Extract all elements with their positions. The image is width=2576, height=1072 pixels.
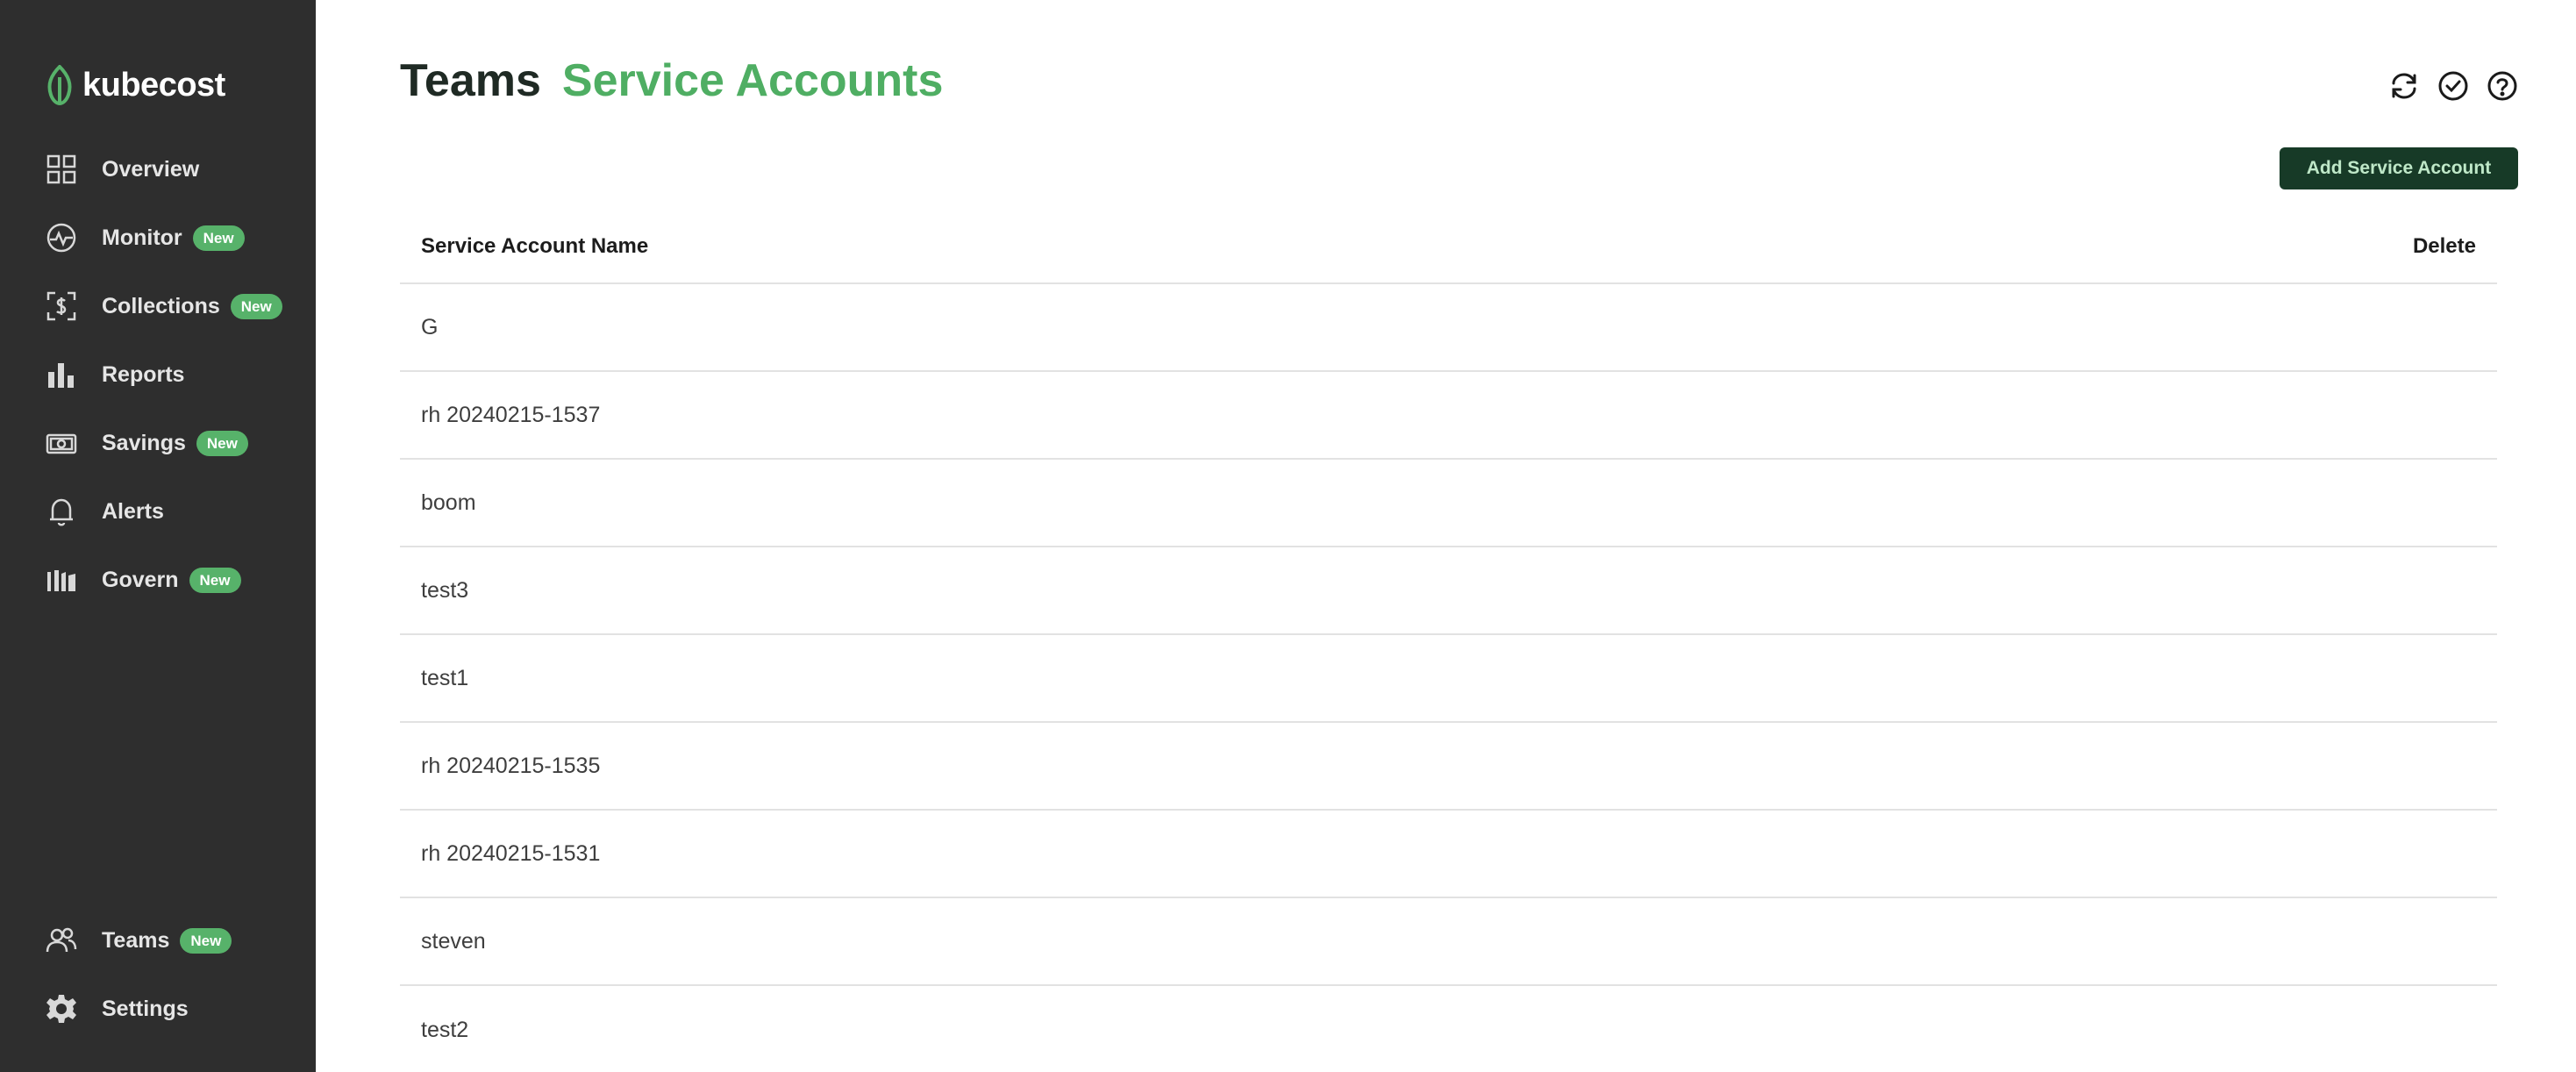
sidebar-item-label: Govern: [102, 567, 179, 592]
bar-chart-icon: [42, 355, 81, 394]
service-account-name: boom: [421, 490, 476, 515]
refresh-icon[interactable]: [2388, 70, 2420, 102]
cash-icon: [42, 424, 81, 462]
service-account-name: steven: [421, 928, 486, 954]
sidebar-item-teams[interactable]: Teams New: [42, 916, 232, 965]
main-content: Teams Service Accounts Add Service Accou…: [316, 0, 2576, 1072]
kubecost-leaf-icon: [47, 65, 72, 105]
table-row[interactable]: rh 20240215-1537: [400, 372, 2497, 460]
sidebar-item-collections[interactable]: Collections New: [42, 282, 282, 331]
users-icon: [42, 921, 81, 960]
service-account-name: test2: [421, 1017, 469, 1042]
govern-bars-icon: [42, 561, 81, 599]
sidebar-item-label: Monitor: [102, 225, 182, 250]
sidebar-item-overview[interactable]: Overview: [42, 145, 199, 194]
column-header-name[interactable]: Service Account Name: [421, 234, 648, 259]
column-header-delete: Delete: [2412, 234, 2476, 258]
table-row[interactable]: rh 20240215-1535: [400, 723, 2497, 811]
monitor-pulse-icon: [42, 218, 81, 257]
table-row[interactable]: boom: [400, 460, 2497, 547]
new-badge: New: [230, 293, 282, 319]
add-service-account-button[interactable]: Add Service Account: [2280, 147, 2518, 189]
service-account-name: G: [421, 314, 439, 339]
sidebar-item-settings[interactable]: Settings: [42, 984, 189, 1033]
new-badge: New: [192, 225, 245, 251]
new-badge: New: [196, 430, 248, 456]
new-badge: New: [180, 927, 232, 954]
title-service-accounts[interactable]: Service Accounts: [562, 54, 943, 107]
title-teams[interactable]: Teams: [400, 54, 541, 107]
sidebar-item-label: Reports: [102, 361, 185, 387]
sidebar: kubecost Overview Monitor New Collection…: [0, 0, 316, 1072]
sidebar-item-label: Alerts: [102, 498, 164, 524]
dollar-frame-icon: [42, 287, 81, 325]
sidebar-item-label: Overview: [102, 156, 200, 182]
service-account-name: rh 20240215-1537: [421, 402, 601, 427]
gear-icon: [42, 990, 81, 1028]
sidebar-item-label: Collections: [102, 293, 220, 318]
sidebar-item-label: Savings: [102, 430, 186, 455]
sidebar-item-reports[interactable]: Reports: [42, 350, 184, 399]
page-title: Teams Service Accounts: [400, 54, 943, 107]
new-badge: New: [189, 567, 241, 593]
service-account-name: test1: [421, 665, 469, 690]
bell-icon: [42, 492, 81, 531]
sidebar-item-savings[interactable]: Savings New: [42, 418, 248, 468]
header-actions: [2388, 70, 2518, 102]
sidebar-item-label: Teams: [102, 927, 170, 953]
kubecost-logo[interactable]: kubecost: [44, 65, 225, 105]
check-circle-icon[interactable]: [2437, 70, 2469, 102]
logo-text: kubecost: [82, 66, 225, 104]
sidebar-item-label: Settings: [102, 996, 189, 1021]
table-row[interactable]: G: [400, 284, 2497, 372]
table-row[interactable]: test2: [400, 986, 2497, 1072]
sidebar-item-govern[interactable]: Govern New: [42, 555, 241, 604]
table-row[interactable]: test1: [400, 635, 2497, 723]
table-row[interactable]: test3: [400, 547, 2497, 635]
table-row[interactable]: rh 20240215-1531: [400, 811, 2497, 898]
help-icon[interactable]: [2487, 70, 2518, 102]
service-account-name: test3: [421, 577, 469, 603]
sidebar-item-alerts[interactable]: Alerts: [42, 487, 164, 536]
service-accounts-table: Service Account Name Delete G rh 2024021…: [400, 211, 2497, 1072]
table-row[interactable]: steven: [400, 898, 2497, 986]
table-header: Service Account Name Delete: [400, 211, 2497, 284]
grid-icon: [42, 150, 81, 189]
service-account-name: rh 20240215-1531: [421, 840, 601, 866]
sidebar-item-monitor[interactable]: Monitor New: [42, 213, 245, 262]
service-account-name: rh 20240215-1535: [421, 753, 601, 778]
